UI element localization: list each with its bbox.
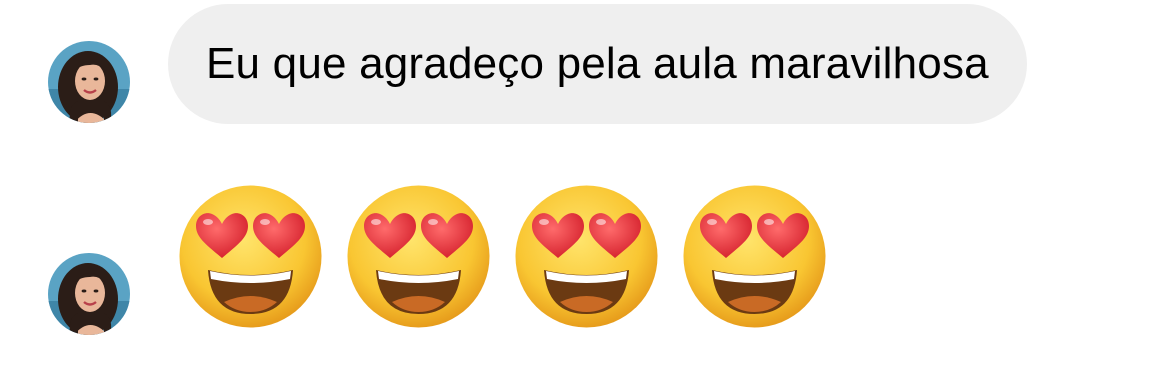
avatar[interactable] — [48, 253, 130, 335]
heart-eyes-emoji — [514, 184, 659, 329]
heart-eyes-emoji — [346, 184, 491, 329]
heart-eyes-emoji — [682, 184, 827, 329]
message-row: Eu que agradeço pela aula maravilhosa — [0, 0, 1175, 130]
emoji-message[interactable] — [178, 184, 827, 329]
avatar[interactable] — [48, 41, 130, 123]
avatar-image — [48, 41, 130, 123]
heart-eyes-emoji — [178, 184, 323, 329]
avatar-image — [48, 253, 130, 335]
message-bubble[interactable]: Eu que agradeço pela aula maravilhosa — [168, 4, 1027, 124]
message-text: Eu que agradeço pela aula maravilhosa — [206, 39, 989, 88]
